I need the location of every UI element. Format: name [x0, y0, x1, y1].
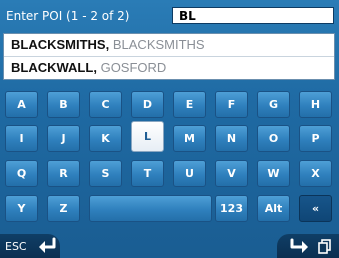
key-s[interactable]: S [89, 160, 122, 187]
key-r[interactable]: R [47, 160, 80, 187]
key-h[interactable]: H [299, 91, 332, 118]
key-d[interactable]: D [131, 91, 164, 118]
backspace-key[interactable]: « [299, 195, 332, 222]
esc-button[interactable]: ESC [0, 234, 60, 258]
key-b[interactable]: B [47, 91, 80, 118]
key-t[interactable]: T [131, 160, 164, 187]
poi-entry-screen: Enter POI (1 - 2 of 2) BL BLACKSMITHS, B… [0, 0, 339, 258]
key-c[interactable]: C [89, 91, 122, 118]
alt-key[interactable]: Alt [257, 195, 290, 222]
bottom-bar: ESC [0, 234, 339, 258]
nav-controls [277, 234, 339, 258]
on-screen-keyboard: A B C D E F G H I J K L M N O P Q R S T … [0, 0, 339, 258]
key-q[interactable]: Q [5, 160, 38, 187]
key-v[interactable]: V [215, 160, 248, 187]
key-j[interactable]: J [47, 125, 80, 152]
copy-icon[interactable] [317, 238, 333, 258]
key-m[interactable]: M [173, 125, 206, 152]
space-key[interactable] [89, 195, 212, 222]
esc-label: ESC [5, 240, 27, 253]
key-n[interactable]: N [215, 125, 248, 152]
key-y[interactable]: Y [5, 195, 38, 222]
key-e[interactable]: E [173, 91, 206, 118]
return-arrow-icon [36, 236, 58, 258]
key-g[interactable]: G [257, 91, 290, 118]
key-z[interactable]: Z [47, 195, 80, 222]
key-k[interactable]: K [89, 125, 122, 152]
key-o[interactable]: O [257, 125, 290, 152]
key-p[interactable]: P [299, 125, 332, 152]
key-i[interactable]: I [5, 125, 38, 152]
key-w[interactable]: W [257, 160, 290, 187]
numeric-key[interactable]: 123 [215, 195, 248, 222]
key-x[interactable]: X [299, 160, 332, 187]
key-l-highlighted[interactable]: L [131, 121, 164, 152]
key-u[interactable]: U [173, 160, 206, 187]
key-f[interactable]: F [215, 91, 248, 118]
forward-arrow-icon[interactable] [289, 237, 311, 258]
key-a[interactable]: A [5, 91, 38, 118]
